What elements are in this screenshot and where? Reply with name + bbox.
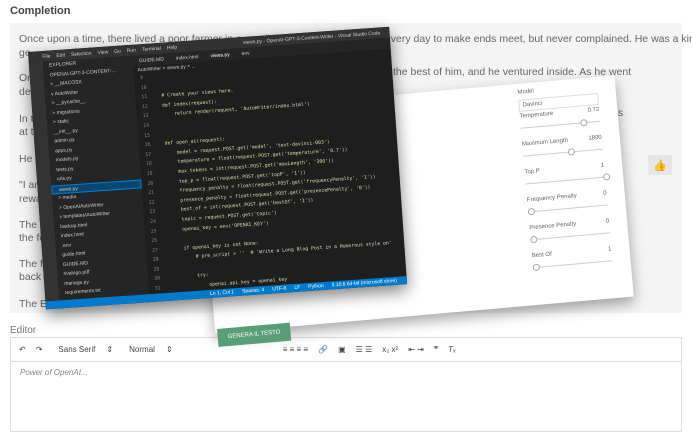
menu-item: View: [97, 49, 108, 56]
setting-field: Maximum Length 1800: [522, 135, 602, 148]
line-number: 30: [154, 276, 174, 282]
line-number: 22: [149, 199, 169, 205]
quote-icon[interactable]: ❞: [434, 345, 438, 354]
setting-value: 0: [603, 191, 607, 197]
status-item: LF: [294, 285, 300, 291]
line-number: 26: [151, 238, 171, 244]
setting-label: Temperature: [519, 111, 553, 120]
undo-icon[interactable]: ↶: [19, 345, 26, 354]
setting-label: Maximum Length: [522, 138, 568, 148]
line-number: 23: [149, 209, 169, 215]
status-item: Spaces: 4: [242, 287, 265, 295]
menu-item: Go: [114, 48, 121, 54]
editor-placeholder: Power of OpenAI...: [20, 368, 88, 377]
setting-label: Presence Penalty: [529, 221, 576, 231]
menu-item: Run: [127, 47, 137, 54]
editor-tab: env: [241, 50, 249, 57]
line-number: 11: [141, 94, 161, 100]
editor-label: Editor: [10, 325, 36, 336]
status-item: UTF-8: [272, 286, 287, 293]
slider-knob: [533, 264, 541, 272]
slider-knob: [603, 173, 611, 181]
status-item: Python: [308, 283, 324, 290]
redo-icon[interactable]: ↷: [36, 345, 43, 354]
line-number: 25: [151, 228, 171, 234]
status-item: Ln 1, Col 1: [210, 289, 235, 297]
completion-line: In t: [19, 113, 34, 125]
vscode-screenshot: File Edit Selection View Go Run Terminal Help vi…: [28, 27, 407, 310]
setting-slider[interactable]: [528, 204, 608, 212]
rich-text-editor[interactable]: ↶ ↷ Sans Serif ⇕ Normal ⇕ ≡ ≡ ≡ ≡ 🔗 ▣ ☰ …: [10, 337, 682, 432]
code-editor: 91011# Create your views here.12def inde…: [140, 59, 407, 310]
line-number: 24: [150, 218, 170, 224]
explorer-sidebar: EXPLOREROPENAI-GPT-3-CONTENT-...> __MACO…: [43, 56, 149, 301]
line-number: 15: [144, 132, 164, 138]
setting-field: Top P 1: [524, 163, 604, 176]
setting-value: 1800: [588, 135, 602, 142]
line-number: 18: [146, 161, 166, 167]
indent-icons[interactable]: ⇤ ⇥: [408, 345, 424, 354]
slider-knob: [528, 208, 536, 216]
line-number: 13: [143, 113, 163, 119]
setting-slider[interactable]: [523, 149, 603, 157]
image-icon[interactable]: ▣: [338, 345, 346, 354]
setting-value: 1: [601, 163, 605, 169]
completion-line: de: [19, 86, 31, 98]
setting-field: Frequency Penalty 0: [527, 191, 607, 204]
line-number: 12: [142, 104, 162, 110]
menu-item: Help: [167, 44, 178, 51]
line-number: 21: [148, 190, 168, 196]
font-select[interactable]: Sans Serif ⇕: [58, 345, 113, 354]
thumbs-up-button[interactable]: 👍: [648, 155, 672, 175]
list-icons[interactable]: ☰ ☰: [356, 345, 373, 354]
setting-field: Best Of 1: [532, 246, 612, 259]
line-number: 9: [140, 75, 160, 81]
completion-title: Completion: [10, 5, 71, 17]
menu-item: Selection: [71, 50, 92, 57]
align-icons[interactable]: ≡ ≡ ≡ ≡: [283, 345, 308, 354]
line-number: 16: [145, 142, 165, 148]
setting-field: Presence Penalty 0: [529, 218, 609, 231]
clear-format-icon[interactable]: Tₓ: [448, 345, 456, 354]
code-text: try:: [174, 273, 209, 280]
editor-tab: views.py: [210, 51, 230, 58]
setting-slider[interactable]: [525, 177, 605, 185]
setting-label: Frequency Penalty: [527, 193, 577, 203]
slider-knob: [568, 148, 576, 156]
line-number: 31: [155, 285, 175, 291]
setting-label: Top P: [524, 168, 540, 175]
setting-slider[interactable]: [530, 232, 610, 240]
line-number: 27: [152, 247, 172, 253]
setting-slider[interactable]: [521, 121, 601, 129]
editor-tab: GUIDE.MD: [139, 56, 164, 64]
sub-sup-icons[interactable]: x₂ x²: [382, 345, 398, 354]
line-number: 10: [141, 84, 161, 90]
editor-tab: index.html: [176, 54, 199, 62]
size-select[interactable]: Normal ⇕: [129, 345, 173, 354]
slider-knob: [530, 236, 538, 244]
setting-value: 1: [608, 246, 612, 252]
line-number: 28: [153, 257, 173, 263]
line-number: 14: [143, 123, 163, 129]
line-number: 19: [147, 171, 167, 177]
setting-slider[interactable]: [533, 260, 613, 268]
completion-line: at t: [19, 126, 34, 138]
link-icon[interactable]: 🔗: [318, 345, 328, 354]
editor-toolbar: ↶ ↷ Sans Serif ⇕ Normal ⇕ ≡ ≡ ≡ ≡ 🔗 ▣ ☰ …: [11, 338, 681, 362]
setting-value: 0.72: [587, 107, 599, 114]
menu-item: Terminal: [142, 45, 161, 52]
line-number: 29: [153, 266, 173, 272]
setting-label: Best Of: [532, 252, 552, 260]
thumbs-up-icon: 👍: [653, 159, 667, 172]
menu-item: Edit: [56, 52, 65, 59]
setting-value: 0: [606, 218, 610, 224]
line-number: 20: [147, 180, 167, 186]
menu-item: File: [42, 53, 50, 60]
line-number: 17: [145, 151, 165, 157]
setting-label: Model: [517, 88, 534, 95]
slider-knob: [580, 119, 588, 127]
